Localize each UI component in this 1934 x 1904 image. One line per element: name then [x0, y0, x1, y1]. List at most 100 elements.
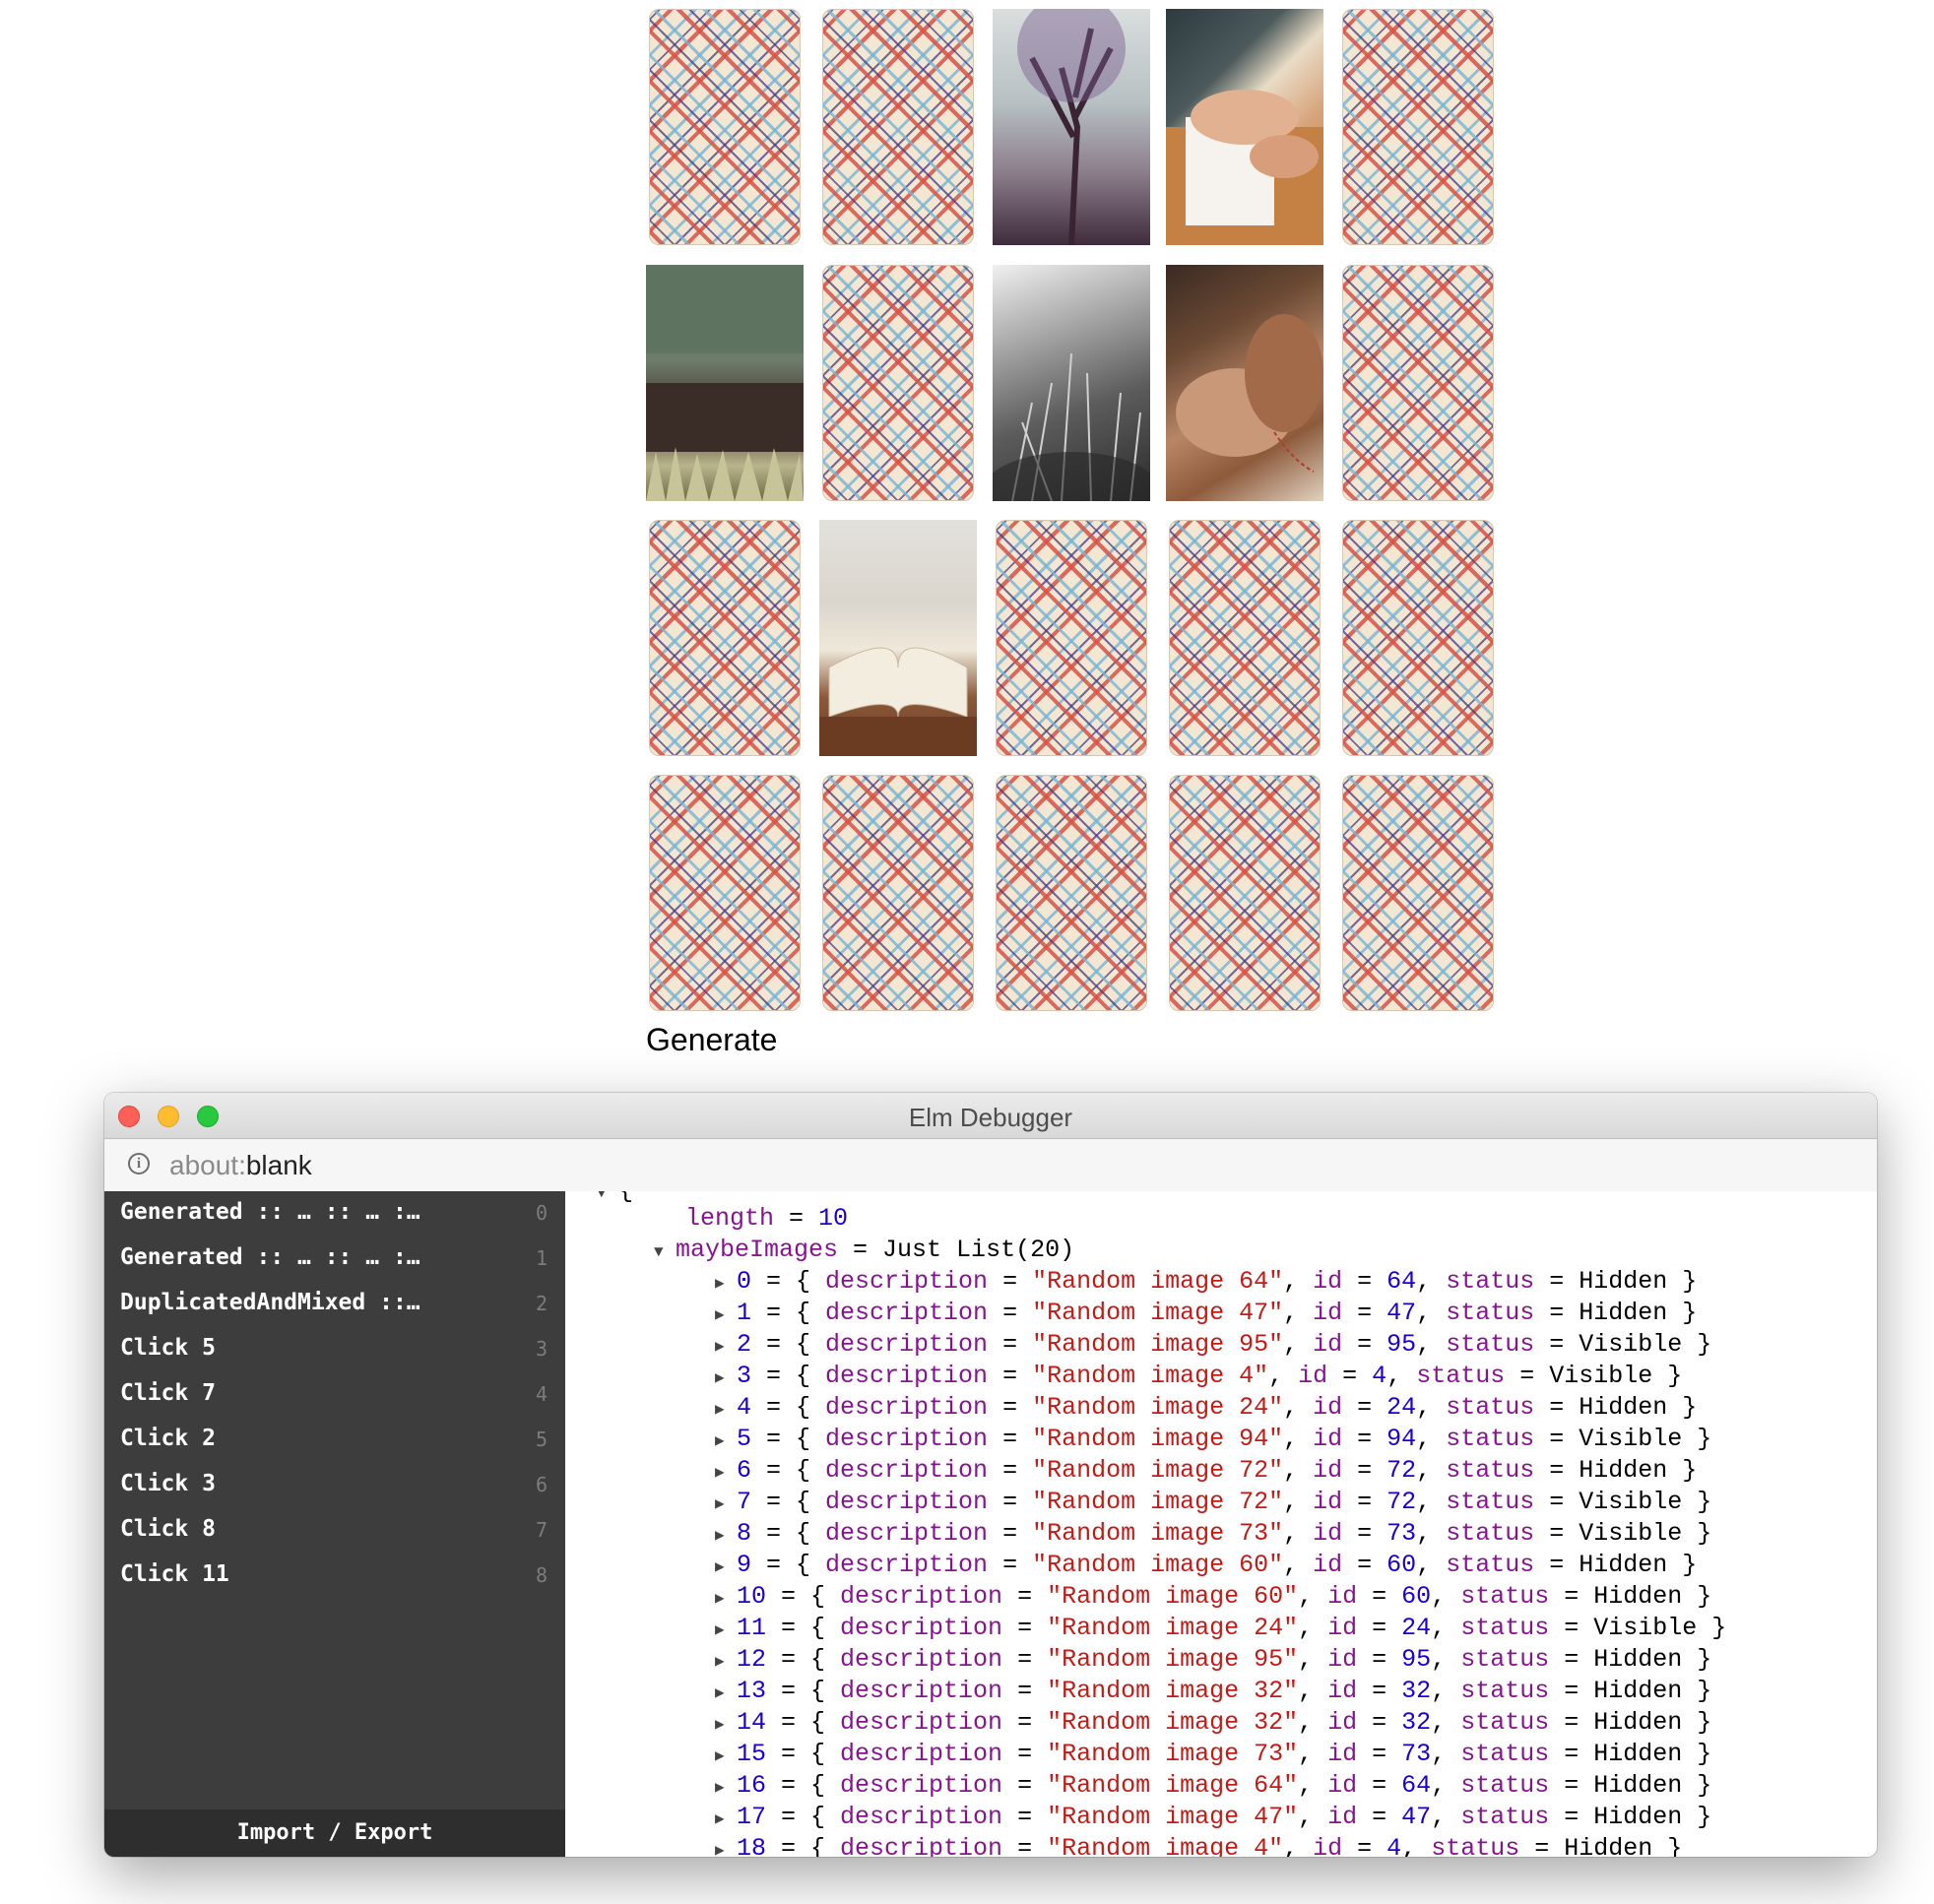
expand-triangle-icon[interactable]: ▶ — [715, 1268, 737, 1300]
memory-card-back[interactable] — [1169, 520, 1321, 756]
model-list-entry: ▶ 4 = { description = "Random image 24", … — [715, 1392, 1697, 1424]
model-list-entry: ▶ 17 = { description = "Random image 47",… — [715, 1802, 1711, 1833]
model-list-entry: ▶ 8 = { description = "Random image 73", … — [715, 1518, 1711, 1550]
memory-card-back[interactable] — [996, 775, 1147, 1011]
expand-triangle-icon[interactable]: ▶ — [715, 1615, 737, 1646]
message-index: 2 — [535, 1292, 548, 1315]
expand-triangle-icon[interactable]: ▶ — [715, 1331, 737, 1363]
title-bar[interactable]: Elm Debugger — [104, 1093, 1877, 1139]
memory-card-photo-hand[interactable] — [1166, 9, 1323, 245]
expand-triangle-icon[interactable]: ▶ — [715, 1489, 737, 1520]
expand-triangle-icon[interactable]: ▶ — [715, 1709, 737, 1741]
memory-card-back[interactable] — [822, 265, 974, 501]
memory-card-back[interactable] — [649, 775, 801, 1011]
info-icon[interactable]: i — [128, 1153, 150, 1174]
model-list-entry: ▶ 11 = { description = "Random image 24",… — [715, 1613, 1726, 1644]
memory-card-back[interactable] — [996, 520, 1147, 756]
memory-card-photo-weeds[interactable] — [993, 265, 1150, 501]
memory-card-back[interactable] — [1342, 520, 1494, 756]
memory-card-photo-grass[interactable] — [646, 265, 804, 501]
model-list-entry: ▶ 13 = { description = "Random image 32",… — [715, 1676, 1711, 1707]
message-index: 4 — [535, 1382, 548, 1406]
tree-image — [1017, 9, 1126, 245]
message-item[interactable]: DuplicatedAndMixed ::… 2 — [104, 1282, 565, 1327]
memory-card-photo-book[interactable] — [819, 520, 977, 756]
weeds-image — [993, 352, 1150, 501]
expand-triangle-icon[interactable]: ▶ — [715, 1583, 737, 1615]
model-list-entry: ▶ 15 = { description = "Random image 73",… — [715, 1739, 1711, 1770]
model-root-line: ▼{ — [597, 1191, 633, 1207]
address-bar[interactable]: i about:blank — [104, 1139, 1877, 1193]
memory-card-back[interactable] — [1342, 265, 1494, 501]
address-text[interactable]: about:blank — [169, 1150, 312, 1181]
memory-card-back[interactable] — [822, 9, 974, 245]
memory-card-back[interactable] — [649, 9, 801, 245]
expand-triangle-icon[interactable]: ▶ — [715, 1426, 737, 1457]
hand-image — [1166, 90, 1323, 245]
message-index: 1 — [535, 1246, 548, 1270]
message-item[interactable]: Click 11 8 — [104, 1554, 565, 1599]
expand-triangle-icon[interactable]: ▶ — [715, 1363, 737, 1394]
model-list-entry: ▶ 14 = { description = "Random image 32",… — [715, 1707, 1711, 1739]
expand-triangle-icon[interactable]: ▶ — [715, 1520, 737, 1552]
memory-card-photo-glove[interactable] — [1166, 265, 1323, 501]
collapse-triangle-icon[interactable]: ▼ — [654, 1237, 676, 1268]
generate-button[interactable]: Generate — [646, 1022, 777, 1058]
message-index: 8 — [535, 1563, 548, 1587]
message-index: 3 — [535, 1337, 548, 1361]
message-label: Click 3 — [120, 1471, 216, 1496]
memory-card-photo-tree[interactable] — [993, 9, 1150, 245]
expand-triangle-icon[interactable]: ▶ — [715, 1394, 737, 1426]
model-list-entry: ▶ 5 = { description = "Random image 94", … — [715, 1424, 1711, 1455]
expand-triangle-icon[interactable]: ▶ — [715, 1678, 737, 1709]
expand-triangle-icon[interactable]: ▶ — [715, 1804, 737, 1835]
message-item[interactable]: Click 8 7 — [104, 1508, 565, 1554]
model-list-entry: ▶ 16 = { description = "Random image 64",… — [715, 1770, 1711, 1802]
memory-card-back[interactable] — [1169, 775, 1321, 1011]
memory-card-back[interactable] — [649, 520, 801, 756]
collapse-triangle-icon[interactable]: ▼ — [597, 1191, 618, 1209]
message-item[interactable]: Generated :: … :: … :… 0 — [104, 1191, 565, 1237]
message-item[interactable]: Click 3 6 — [104, 1463, 565, 1508]
expand-triangle-icon[interactable]: ▶ — [715, 1457, 737, 1489]
model-maybe-images-field: ▼ maybeImages = Just List(20) — [654, 1235, 1074, 1266]
message-label: Click 7 — [120, 1380, 216, 1406]
memory-card-back[interactable] — [1342, 775, 1494, 1011]
message-index: 6 — [535, 1473, 548, 1496]
url-scheme: about: — [169, 1150, 246, 1180]
message-index: 5 — [535, 1428, 548, 1451]
model-list-entry: ▶ 12 = { description = "Random image 95",… — [715, 1644, 1711, 1676]
expand-triangle-icon[interactable]: ▶ — [715, 1552, 737, 1583]
expand-triangle-icon[interactable]: ▶ — [715, 1300, 737, 1331]
message-label: Generated :: … :: … :… — [120, 1244, 420, 1270]
import-export-button[interactable]: Import / Export — [104, 1809, 565, 1857]
memory-card-back[interactable] — [1342, 9, 1494, 245]
message-item[interactable]: Click 2 5 — [104, 1418, 565, 1463]
grass-image — [646, 265, 804, 501]
model-list-entry: ▶ 18 = { description = "Random image 4", … — [715, 1833, 1682, 1857]
model-list-entry: ▶ 2 = { description = "Random image 95", … — [715, 1329, 1711, 1361]
message-item[interactable]: Generated :: … :: … :… 1 — [104, 1237, 565, 1282]
url-host: blank — [245, 1150, 312, 1180]
model-list-entry: ▶ 10 = { description = "Random image 60",… — [715, 1581, 1711, 1613]
model-list-entry: ▶ 1 = { description = "Random image 47", … — [715, 1298, 1697, 1329]
model-inspector-panel[interactable]: ▼{length = 10▼maybeImages = Just List(20… — [565, 1191, 1877, 1857]
model-list-entry: ▶ 6 = { description = "Random image 72", … — [715, 1455, 1697, 1487]
message-label: Click 5 — [120, 1335, 216, 1361]
expand-triangle-icon[interactable]: ▶ — [715, 1646, 737, 1678]
message-history-panel: Import / Export Generated :: … :: … :… 0 G… — [104, 1191, 565, 1857]
window-title: Elm Debugger — [908, 1103, 1073, 1132]
expand-triangle-icon[interactable]: ▶ — [715, 1772, 737, 1804]
message-index: 7 — [535, 1518, 548, 1542]
message-index: 0 — [535, 1201, 548, 1225]
message-item[interactable]: Click 7 4 — [104, 1372, 565, 1418]
memory-card-back[interactable] — [822, 775, 974, 1011]
message-item[interactable]: Click 5 3 — [104, 1327, 565, 1372]
expand-triangle-icon[interactable]: ▶ — [715, 1835, 737, 1857]
message-label: Click 11 — [120, 1561, 229, 1587]
book-image — [819, 647, 977, 756]
message-label: Click 2 — [120, 1426, 216, 1451]
expand-triangle-icon[interactable]: ▶ — [715, 1741, 737, 1772]
model-list-entry: ▶ 3 = { description = "Random image 4", i… — [715, 1361, 1682, 1392]
glove-image — [1176, 314, 1323, 473]
